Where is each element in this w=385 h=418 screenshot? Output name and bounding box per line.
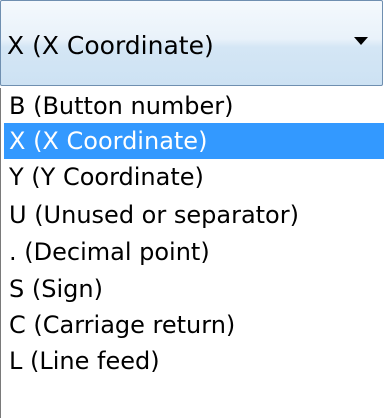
option-sign[interactable]: S (Sign): [4, 271, 385, 307]
option-decimal-point[interactable]: . (Decimal point): [4, 234, 385, 270]
field-type-combobox[interactable]: X (X Coordinate): [0, 0, 383, 86]
chevron-down-icon[interactable]: [354, 37, 368, 45]
combobox-selected-value: X (X Coordinate): [7, 31, 214, 60]
option-x-coordinate[interactable]: X (X Coordinate): [4, 123, 384, 159]
option-y-coordinate[interactable]: Y (Y Coordinate): [4, 159, 385, 195]
option-carriage-return[interactable]: C (Carriage return): [4, 307, 385, 343]
dropdown-list[interactable]: B (Button number) X (X Coordinate) Y (Y …: [0, 88, 385, 418]
option-button-number[interactable]: B (Button number): [4, 88, 385, 124]
option-line-feed[interactable]: L (Line feed): [4, 343, 385, 379]
option-unused-separator[interactable]: U (Unused or separator): [4, 197, 385, 233]
